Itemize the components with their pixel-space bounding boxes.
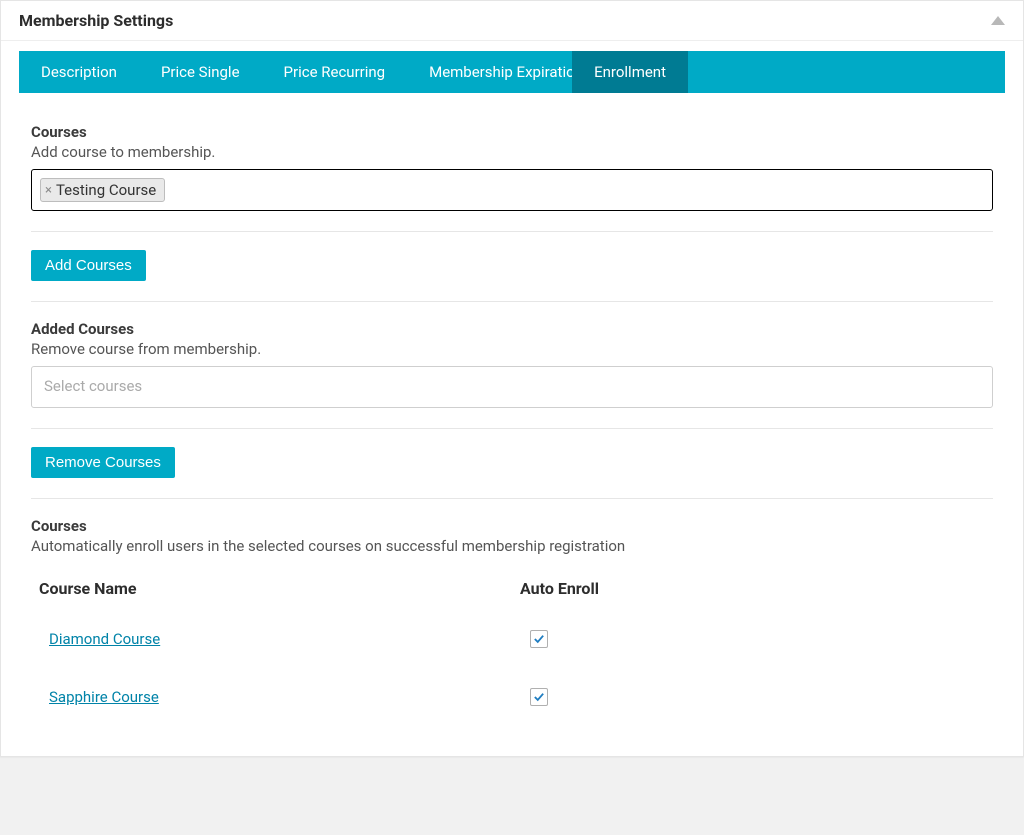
course-tag-label: Testing Course — [56, 181, 156, 199]
tab-content: Courses Add course to membership. × Test… — [1, 93, 1023, 756]
auto-enroll-checkbox[interactable] — [530, 688, 548, 706]
course-link-sapphire[interactable]: Sapphire Course — [39, 688, 159, 706]
courses-tag-input[interactable]: × Testing Course — [31, 169, 993, 211]
tab-price-recurring[interactable]: Price Recurring — [262, 51, 408, 93]
collapse-toggle-icon[interactable] — [991, 16, 1005, 25]
added-courses-select[interactable]: Select courses — [31, 366, 993, 408]
th-course-name: Course Name — [31, 567, 512, 610]
panel-title: Membership Settings — [19, 11, 173, 30]
courses-subtext: Add course to membership. — [31, 143, 993, 161]
check-icon — [533, 634, 545, 644]
add-courses-button[interactable]: Add Courses — [31, 250, 146, 281]
table-row: Sapphire Course — [31, 668, 993, 726]
divider — [31, 428, 993, 429]
divider — [31, 301, 993, 302]
panel-header: Membership Settings — [1, 1, 1023, 41]
td-course-name: Sapphire Course — [31, 668, 512, 726]
remove-tag-icon[interactable]: × — [45, 184, 52, 197]
auto-enroll-subtext: Automatically enroll users in the select… — [31, 537, 993, 555]
course-tag: × Testing Course — [40, 178, 165, 202]
table-row: Diamond Course — [31, 610, 993, 668]
remove-courses-button[interactable]: Remove Courses — [31, 447, 175, 478]
added-courses-heading: Added Courses — [31, 320, 993, 338]
td-auto-enroll — [512, 610, 993, 668]
auto-enroll-checkbox[interactable] — [530, 630, 548, 648]
check-icon — [533, 692, 545, 702]
added-courses-subtext: Remove course from membership. — [31, 340, 993, 358]
tab-enrollment[interactable]: Enrollment — [572, 51, 688, 93]
th-auto-enroll: Auto Enroll — [512, 567, 993, 610]
auto-enroll-table: Course Name Auto Enroll Diamond Course S… — [31, 567, 993, 726]
auto-enroll-heading: Courses — [31, 517, 993, 535]
course-link-diamond[interactable]: Diamond Course — [39, 630, 160, 648]
tab-spacer — [688, 51, 1005, 93]
table-header-row: Course Name Auto Enroll — [31, 567, 993, 610]
td-course-name: Diamond Course — [31, 610, 512, 668]
select-placeholder: Select courses — [44, 377, 142, 395]
divider — [31, 231, 993, 232]
courses-heading: Courses — [31, 123, 993, 141]
tab-description[interactable]: Description — [19, 51, 139, 93]
tab-membership-expiration[interactable]: Membership Expiration — [407, 51, 572, 93]
tabs: Description Price Single Price Recurring… — [19, 51, 1005, 93]
membership-settings-panel: Membership Settings Description Price Si… — [0, 0, 1024, 757]
td-auto-enroll — [512, 668, 993, 726]
divider — [31, 498, 993, 499]
tab-price-single[interactable]: Price Single — [139, 51, 262, 93]
tabs-container: Description Price Single Price Recurring… — [1, 41, 1023, 93]
